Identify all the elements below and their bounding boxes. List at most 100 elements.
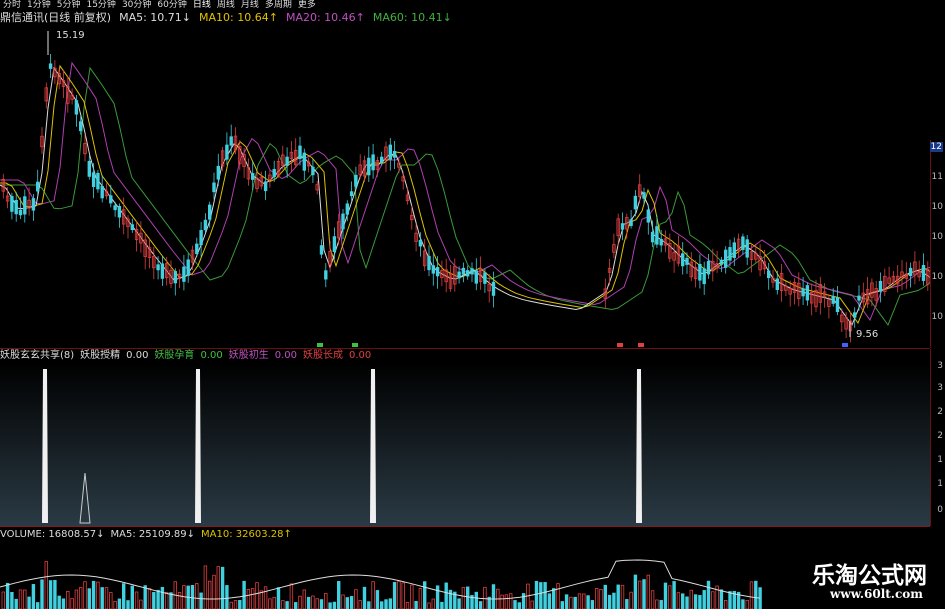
tab-more[interactable]: 更多 xyxy=(295,0,319,11)
indicator-background xyxy=(0,363,930,526)
candle-body xyxy=(457,271,461,279)
volume-bar xyxy=(371,581,375,609)
indicator-label2: 妖股孕育 xyxy=(154,350,195,361)
volume-bar xyxy=(711,591,715,609)
tab-1min[interactable]: 1分钟 xyxy=(24,0,54,11)
candle-body xyxy=(650,231,655,243)
candle-body xyxy=(117,206,122,218)
tab-intraday[interactable]: 分时 xyxy=(0,0,24,11)
volume-bar xyxy=(564,594,569,609)
volume-bar xyxy=(754,580,758,609)
price-axis-tick: 10 xyxy=(931,312,943,322)
volume-bar xyxy=(422,581,427,609)
period-toolbar: 分时 1分钟 5分钟 15分钟 30分钟 60分钟 日线 周线 月线 多周期 更… xyxy=(0,0,945,11)
candle-body xyxy=(48,63,53,69)
volume-bar xyxy=(698,595,702,609)
candle-body xyxy=(702,268,706,285)
volume-bar xyxy=(91,580,96,609)
candlestick-chart[interactable]: 15.19 9.56 xyxy=(0,25,930,349)
volume-bar xyxy=(625,599,629,609)
volume-bar xyxy=(255,582,259,609)
candle-body xyxy=(629,219,633,226)
volume-bar xyxy=(659,600,663,609)
indicator-axis-tick: 1 xyxy=(937,479,943,489)
volume-bar xyxy=(719,589,724,609)
volume-bar xyxy=(113,600,117,609)
volume-bar xyxy=(362,586,367,609)
volume-bar xyxy=(130,585,134,609)
tab-30min[interactable]: 30分钟 xyxy=(119,0,154,11)
candle-body xyxy=(263,181,268,192)
candle-body xyxy=(392,151,397,158)
volume-bar xyxy=(603,584,607,609)
volume-bar xyxy=(375,590,380,609)
candle-body xyxy=(685,257,689,265)
candle-body xyxy=(332,236,337,252)
volume-bar xyxy=(461,587,466,609)
tab-daily[interactable]: 日线 xyxy=(190,0,214,11)
watermark-title: 乐淘公式网 xyxy=(812,562,927,589)
volume-bar xyxy=(233,600,238,609)
candle-body xyxy=(921,265,926,281)
candle-body xyxy=(831,295,835,304)
volume-bar xyxy=(693,594,698,609)
volume-bar xyxy=(319,599,324,609)
candle-body xyxy=(324,270,328,280)
volume-bar xyxy=(706,580,711,609)
volume-bar xyxy=(491,584,496,609)
candle-body xyxy=(745,239,749,258)
main-legend: 鼎信通讯(日线 前复权) MA5: 10.71↓ MA10: 10.64↑ MA… xyxy=(0,11,452,25)
high-price-label: 15.19 xyxy=(56,30,85,41)
candle-body xyxy=(655,226,659,245)
volume-bar xyxy=(229,601,233,609)
volume-bar xyxy=(44,561,48,609)
candle-body xyxy=(14,199,18,215)
volume-bar xyxy=(349,596,354,609)
volume-bar xyxy=(263,586,268,609)
chart-title: 鼎信通讯(日线 前复权) xyxy=(0,11,112,24)
volume-bar xyxy=(685,596,689,609)
candle-body xyxy=(87,160,91,177)
candle-body xyxy=(207,204,212,220)
candle-body xyxy=(465,270,470,277)
candle-body xyxy=(160,263,165,279)
tab-weekly[interactable]: 周线 xyxy=(214,0,238,11)
candle-body xyxy=(10,196,14,212)
volume-bar xyxy=(341,594,345,609)
volume-bar xyxy=(61,598,66,609)
candle-body xyxy=(182,266,186,282)
candle-body xyxy=(379,156,384,163)
volume-bar xyxy=(741,599,745,609)
volume-bar xyxy=(100,587,104,609)
candle-body xyxy=(908,267,913,277)
candle-body xyxy=(427,255,431,271)
tab-monthly[interactable]: 月线 xyxy=(238,0,262,11)
volume-bar xyxy=(246,589,251,609)
volume-bar xyxy=(440,601,444,609)
volume-bar xyxy=(238,599,242,609)
candle-body xyxy=(431,265,435,274)
volume-bar xyxy=(397,580,401,609)
candle-body xyxy=(724,249,728,268)
volume-bar xyxy=(10,591,14,609)
volume-bar xyxy=(272,596,276,609)
volume-bar xyxy=(36,602,40,609)
volume-bar xyxy=(474,591,478,609)
tab-5min[interactable]: 5分钟 xyxy=(54,0,84,11)
price-axis-tick: 12 xyxy=(929,142,943,152)
tab-15min[interactable]: 15分钟 xyxy=(83,0,118,11)
indicator-chart[interactable] xyxy=(0,363,930,526)
candle-body xyxy=(620,223,625,230)
candle-body xyxy=(633,195,638,210)
tab-60min[interactable]: 60分钟 xyxy=(154,0,189,11)
indicator-axis-tick: 3 xyxy=(937,361,943,371)
tab-multi-period[interactable]: 多周期 xyxy=(262,0,295,11)
volume-chart[interactable] xyxy=(0,542,930,609)
volume-bar xyxy=(586,595,590,609)
volume-bar xyxy=(431,598,435,609)
volume-bar xyxy=(74,589,79,609)
volume-bar xyxy=(384,599,388,609)
volume-bar xyxy=(749,581,754,609)
volume-bar xyxy=(23,589,27,609)
volume-bar xyxy=(126,600,130,609)
